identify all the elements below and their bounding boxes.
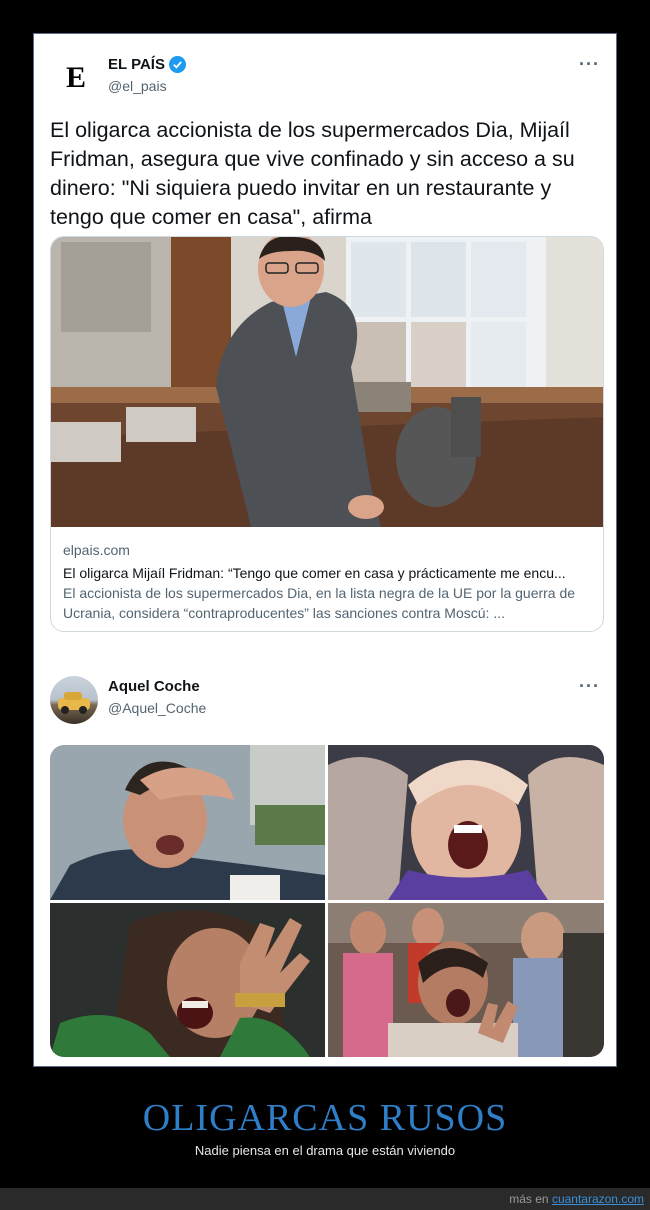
caption-subtitle: Nadie piensa en el drama que están vivie…: [194, 1143, 456, 1158]
more-options-icon[interactable]: ···: [579, 676, 600, 697]
meme-frame: E EL PAÍS @el_pais ··· El oligarca accio…: [33, 33, 617, 1067]
tweet1-header: E EL PAÍS @el_pais ···: [36, 36, 614, 106]
crying-man-photo[interactable]: [50, 745, 325, 900]
footer-bar: más en cuantarazon.com: [0, 1188, 650, 1210]
card-title: El oligarca Mijaíl Fridman: “Tengo que c…: [63, 565, 566, 581]
car-icon: [58, 692, 90, 714]
tweet1-display-name[interactable]: EL PAÍS: [108, 56, 165, 73]
footer-site-link[interactable]: cuantarazon.com: [552, 1192, 644, 1206]
el-pais-avatar[interactable]: E: [52, 54, 100, 102]
card-domain: elpais.com: [63, 542, 130, 558]
tweet1-handle[interactable]: @el_pais: [108, 78, 167, 94]
crying-woman-photo[interactable]: [50, 903, 325, 1057]
verified-badge-icon: [168, 56, 186, 73]
crying-boy-photo[interactable]: [328, 745, 604, 900]
footer-text: más en cuantarazon.com: [509, 1192, 644, 1206]
tweet-screenshot: E EL PAÍS @el_pais ··· El oligarca accio…: [36, 36, 614, 1064]
caption-title: OLIGARCAS RUSOS: [142, 1097, 508, 1139]
tweet2-display-name[interactable]: Aquel Coche: [108, 678, 200, 695]
footer-prefix: más en: [509, 1192, 552, 1206]
more-options-icon[interactable]: ···: [579, 54, 600, 75]
crying-crowd-photo[interactable]: [328, 903, 604, 1057]
card-description: El accionista de los supermercados Dia, …: [63, 585, 576, 621]
photo-grid: [50, 745, 604, 1057]
aquel-coche-avatar[interactable]: [50, 676, 98, 724]
link-card-text: elpais.com El oligarca Mijaíl Fridman: “…: [63, 541, 591, 623]
tweet1-text: El oligarca accionista de los supermerca…: [50, 118, 575, 229]
link-card[interactable]: elpais.com El oligarca Mijaíl Fridman: “…: [50, 236, 604, 632]
article-photo: [51, 237, 603, 527]
tweet2-handle[interactable]: @Aquel_Coche: [108, 700, 206, 716]
tweet1-name-row: EL PAÍS: [108, 56, 186, 73]
